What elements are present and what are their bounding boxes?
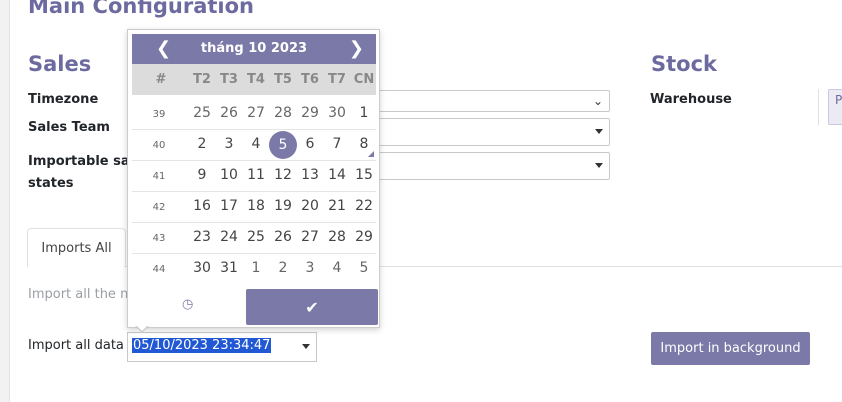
calendar-day[interactable]: 4 [324,260,350,276]
calendar-day[interactable]: 5 [351,260,377,276]
helper-text: Import all the ne [28,287,137,302]
calendar-day[interactable]: 25 [243,229,269,245]
confirm-button[interactable]: ✔ [246,289,378,325]
dow-label: T4 [247,72,265,87]
left-scroll-strip [0,0,10,402]
week-number: 41 [152,171,166,182]
datepicker-month-title[interactable]: tháng 10 2023 [132,41,376,56]
datetime-input[interactable]: 05/10/2023 23:34:47 [127,332,317,362]
calendar-day[interactable]: 23 [189,229,215,245]
calendar-day[interactable]: 30 [189,260,215,276]
calendar-day[interactable]: 27 [243,105,269,121]
calendar-day[interactable]: 21 [324,198,350,214]
calendar-day[interactable]: 18 [243,198,269,214]
calendar-day[interactable]: 24 [216,229,242,245]
calendar-day[interactable]: 7 [324,136,350,152]
calendar-day[interactable]: 11 [243,167,269,183]
datepicker-popup: ❮ tháng 10 2023 ❯ # T2 T3 T4 T5 T6 T7 CN… [127,29,380,328]
week-number: 40 [152,140,166,151]
datepicker-header: ❮ tháng 10 2023 ❯ [132,34,376,64]
page-title: Main Configuration [28,0,255,18]
calendar-day[interactable]: 9 [189,167,215,183]
calendar-day[interactable]: 1 [243,260,269,276]
dow-label: T2 [193,72,211,87]
check-icon: ✔ [305,297,319,317]
caret-down-icon [595,163,603,168]
sales-section-title: Sales [28,52,92,76]
calendar-day[interactable]: 22 [351,198,377,214]
calendar-day[interactable]: 8 [351,136,377,152]
datepicker-pointer-inner [136,325,148,331]
dow-label: CN [353,72,375,87]
dow-label: T3 [220,72,238,87]
calendar-day[interactable]: 6 [297,136,323,152]
calendar-day[interactable]: 28 [270,105,296,121]
stock-section-title: Stock [651,52,718,76]
tab-imports-all[interactable]: Imports All [27,228,126,267]
dow-label: T7 [328,72,346,87]
chevron-down-icon: ⌄ [592,94,603,108]
importable-states-select[interactable] [360,152,610,180]
warehouse-field[interactable]: P [828,89,842,125]
calendar-day[interactable]: 29 [297,105,323,121]
calendar-day[interactable]: 19 [270,198,296,214]
sales-team-select[interactable] [360,118,610,146]
caret-down-icon [595,129,603,134]
calendar-day[interactable]: 31 [216,260,242,276]
calendar-day[interactable]: 3 [297,260,323,276]
calendar-day[interactable]: 4 [243,136,269,152]
chevron-right-icon[interactable]: ❯ [349,38,364,59]
calendar-week-row: 43 23 24 25 26 27 28 29 [132,223,376,254]
calendar-day[interactable]: 10 [216,167,242,183]
calendar-day[interactable]: 25 [189,105,215,121]
calendar-week-row: 41 9 10 11 12 13 14 15 [132,161,376,192]
calendar-day[interactable]: 13 [297,167,323,183]
calendar-day[interactable]: 26 [216,105,242,121]
datepicker-weekday-header: # T2 T3 T4 T5 T6 T7 CN [132,64,376,95]
dow-label: T5 [274,72,292,87]
calendar-day[interactable]: 3 [216,136,242,152]
calendar-week-row: 44 30 31 1 2 3 4 5 [132,254,376,285]
calendar-day[interactable]: 26 [270,229,296,245]
importable-label-line2: states [28,176,74,191]
today-marker [368,151,374,157]
calendar-day[interactable]: 12 [270,167,296,183]
dow-week-number: # [155,72,167,87]
calendar-day[interactable]: 30 [324,105,350,121]
calendar-week-row: 40 2 3 4 5 6 7 8 [132,130,376,161]
calendar-day[interactable]: 16 [189,198,215,214]
calendar-day[interactable]: 2 [270,260,296,276]
week-number: 39 [152,109,166,120]
calendar-week-row: 42 16 17 18 19 20 21 22 [132,192,376,223]
calendar-week-row: 39 25 26 27 28 29 30 1 [132,99,376,130]
week-number: 44 [152,264,166,275]
week-number: 43 [152,233,166,244]
calendar-day[interactable]: 14 [324,167,350,183]
calendar-day[interactable]: 20 [297,198,323,214]
calendar-day[interactable]: 29 [351,229,377,245]
timezone-label: Timezone [28,92,99,107]
calendar-day-selected[interactable]: 5 [269,131,297,159]
timezone-select[interactable]: ⌄ [360,90,610,112]
sales-team-label: Sales Team [28,120,110,135]
divider [818,89,819,125]
import-in-background-button[interactable]: Import in background [651,332,810,365]
calendar-day[interactable]: 2 [189,136,215,152]
week-number: 42 [152,202,166,213]
calendar-day[interactable]: 15 [351,167,377,183]
datetime-value: 05/10/2023 23:34:47 [132,338,272,353]
calendar-day[interactable]: 28 [324,229,350,245]
caret-down-icon [302,344,310,349]
clock-icon[interactable]: ◷ [182,297,193,312]
import-all-data-label: Import all data [28,338,124,353]
warehouse-label: Warehouse [650,92,732,107]
calendar-day[interactable]: 1 [351,105,377,121]
calendar-day[interactable]: 17 [216,198,242,214]
calendar-day[interactable]: 27 [297,229,323,245]
dow-label: T6 [301,72,319,87]
